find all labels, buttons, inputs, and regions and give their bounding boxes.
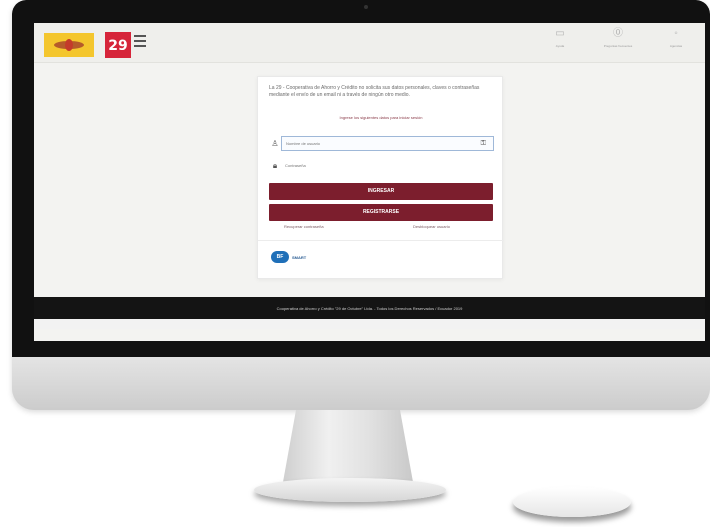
info-icon: ⓪ <box>613 28 623 39</box>
header-link-help[interactable]: ▭ Ayuda <box>539 28 581 60</box>
mouse-icon <box>513 487 631 517</box>
unlock-user-link[interactable]: Desbloquear usuario <box>413 224 450 229</box>
monitor: 29 ▭ Ayuda ⓪ Preguntas frecuentes ◦ Agen… <box>12 0 710 410</box>
logo-text-lines <box>134 35 146 55</box>
register-button[interactable]: REGISTRARSE <box>269 204 493 221</box>
login-card: La 29 - Cooperativa de Ahorro y Crédito … <box>257 76 504 279</box>
cooperative-logo[interactable]: 29 <box>105 32 131 58</box>
provider-brand: BF SMART <box>271 251 306 263</box>
monitor-bezel: 29 ▭ Ayuda ⓪ Preguntas frecuentes ◦ Agen… <box>12 0 710 357</box>
page-bottom-strip <box>34 319 705 329</box>
emblem-icon <box>65 39 73 51</box>
security-notice: La 29 - Cooperativa de Ahorro y Crédito … <box>269 85 480 98</box>
header-link-label: Preguntas frecuentes <box>603 44 633 48</box>
user-icon: ♙ <box>271 139 279 148</box>
card-divider <box>258 240 504 241</box>
header-link-faq[interactable]: ⓪ Preguntas frecuentes <box>597 28 639 60</box>
password-field: 🔒︎ <box>269 157 494 174</box>
lock-icon: 🔒︎ <box>272 160 278 170</box>
provider-name: SMART <box>292 254 307 260</box>
site-footer: Cooperativa de Ahorro y Crédito "29 de O… <box>34 297 705 319</box>
username-field: ♙ ⚿ <box>269 135 494 152</box>
login-button[interactable]: INGRESAR <box>269 183 493 200</box>
location-icon: ◦ <box>674 28 678 39</box>
desktop-scene: 29 ▭ Ayuda ⓪ Preguntas frecuentes ◦ Agen… <box>0 0 710 527</box>
user-icon: ▭ <box>555 28 565 39</box>
key-icon[interactable]: ⚿ <box>481 140 486 148</box>
footer-copyright: Cooperativa de Ahorro y Crédito "29 de O… <box>276 306 463 311</box>
username-input[interactable] <box>281 136 494 151</box>
password-input[interactable] <box>281 158 494 173</box>
monitor-stand <box>283 410 413 482</box>
site-header: 29 ▭ Ayuda ⓪ Preguntas frecuentes ◦ Agen… <box>34 23 705 63</box>
header-link-agencies[interactable]: ◦ Agencias <box>655 28 697 60</box>
monitor-base <box>254 478 446 502</box>
header-links: ▭ Ayuda ⓪ Preguntas frecuentes ◦ Agencia… <box>539 28 697 60</box>
screen: 29 ▭ Ayuda ⓪ Preguntas frecuentes ◦ Agen… <box>34 23 705 341</box>
wing-logo[interactable] <box>44 33 94 57</box>
camera-icon <box>364 5 368 9</box>
monitor-chin <box>12 357 710 410</box>
header-link-label: Agencias <box>669 44 683 48</box>
login-subtitle: Ingrese los siguientes datos para inicia… <box>339 115 423 120</box>
recover-password-link[interactable]: Recuperar contraseña <box>284 224 324 229</box>
header-link-label: Ayuda <box>555 44 565 48</box>
provider-logo-icon: BF <box>271 251 289 263</box>
